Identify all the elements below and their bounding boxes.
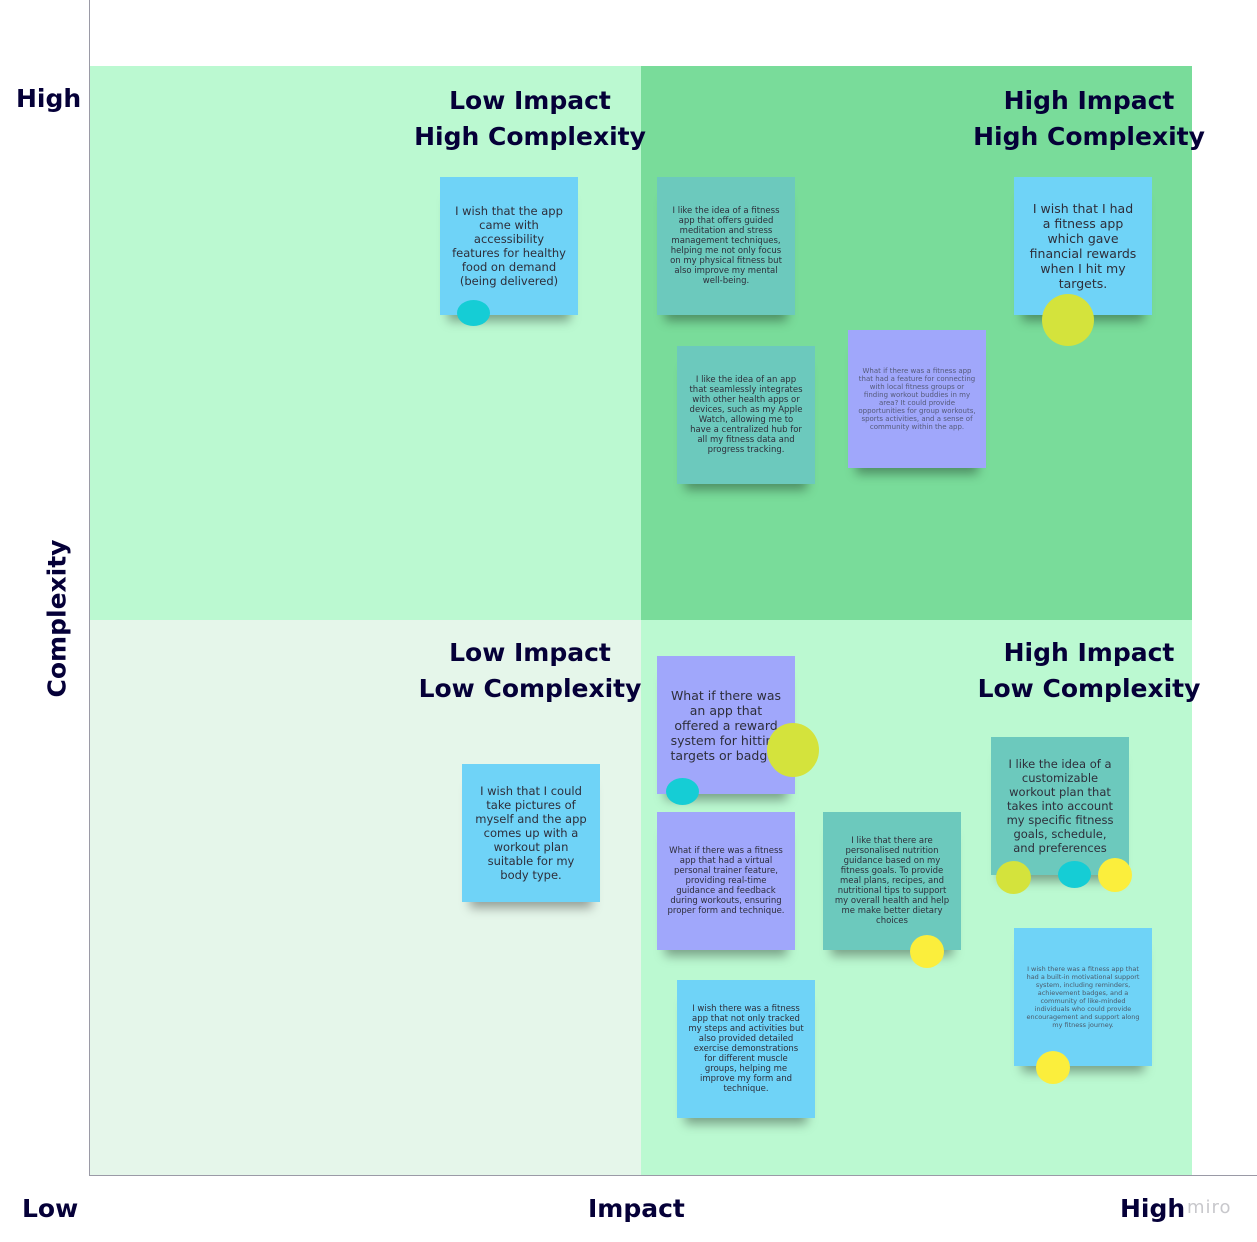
y-axis-title: Complexity xyxy=(42,539,72,698)
vote-dot-cyan[interactable] xyxy=(666,778,699,805)
sticky-note[interactable]: I wish there was a fitness app that not … xyxy=(677,980,815,1118)
quadrant-title-line: High Impact xyxy=(1003,638,1175,667)
sticky-note-text: I like the idea of a fitness app that of… xyxy=(670,206,782,286)
vote-dot-cyan[interactable] xyxy=(1058,861,1091,888)
sticky-note[interactable]: I like that there are personalised nutri… xyxy=(823,812,961,950)
sticky-note[interactable]: What if there was an app that offered a … xyxy=(657,656,795,794)
sticky-note-text: What if there was a fitness app that had… xyxy=(858,367,976,431)
sticky-note-text: I wish that the app came with accessibil… xyxy=(452,204,566,288)
quadrant-title-line: High Complexity xyxy=(414,122,646,151)
quadrant-title: High Impact Low Complexity xyxy=(959,635,1219,707)
sticky-note-text: I wish there was a fitness app that not … xyxy=(688,1004,804,1094)
quadrant-title: Low Impact Low Complexity xyxy=(400,635,660,707)
sticky-note[interactable]: I like the idea of a customizable workou… xyxy=(991,737,1129,875)
sticky-note[interactable]: What if there was a fitness app that had… xyxy=(848,330,986,468)
quadrant-title-line: Low Complexity xyxy=(977,674,1201,703)
quadrant-title: Low Impact High Complexity xyxy=(400,83,660,155)
sticky-note[interactable]: I like the idea of a fitness app that of… xyxy=(657,177,795,315)
quadrant-title-line: Low Impact xyxy=(449,86,611,115)
y-axis-line xyxy=(89,0,90,1176)
sticky-note[interactable]: I wish that the app came with accessibil… xyxy=(440,177,578,315)
sticky-note-text: I wish that I could take pictures of mys… xyxy=(475,784,587,882)
vote-dot-lime[interactable] xyxy=(1042,294,1094,346)
sticky-note-text: I wish that I had a fitness app which ga… xyxy=(1029,201,1137,291)
y-axis-high-label: High xyxy=(16,84,82,113)
sticky-note[interactable]: I wish that I had a fitness app which ga… xyxy=(1014,177,1152,315)
sticky-note-text: I like the idea of an app that seamlessl… xyxy=(689,375,803,455)
quadrant-title: High Impact High Complexity xyxy=(959,83,1219,155)
vote-dot-cyan[interactable] xyxy=(457,300,490,326)
x-axis-title: Impact xyxy=(588,1194,685,1223)
sticky-note[interactable]: I like the idea of an app that seamlessl… xyxy=(677,346,815,484)
sticky-note-text: I like the idea of a customizable workou… xyxy=(1006,757,1114,855)
vote-dot-yellow[interactable] xyxy=(910,935,944,968)
vote-dot-yellow[interactable] xyxy=(1036,1051,1070,1084)
quadrant-title-line: High Complexity xyxy=(973,122,1205,151)
vote-dot-lime[interactable] xyxy=(996,861,1031,894)
quadrant-title-line: Low Impact xyxy=(449,638,611,667)
miro-watermark: miro xyxy=(1187,1197,1232,1218)
x-axis-low-label: Low xyxy=(22,1194,79,1223)
sticky-note[interactable]: What if there was a fitness app that had… xyxy=(657,812,795,950)
sticky-note-text: I like that there are personalised nutri… xyxy=(834,836,950,926)
x-axis-high-label: High xyxy=(1120,1194,1186,1223)
quadrant-title-line: High Impact xyxy=(1003,86,1175,115)
quadrant-title-line: Low Complexity xyxy=(418,674,642,703)
vote-dot-lime[interactable] xyxy=(767,723,819,777)
sticky-note-text: I wish there was a fitness app that had … xyxy=(1026,965,1140,1029)
sticky-note[interactable]: I wish there was a fitness app that had … xyxy=(1014,928,1152,1066)
sticky-note[interactable]: I wish that I could take pictures of mys… xyxy=(462,764,600,902)
vote-dot-yellow[interactable] xyxy=(1098,858,1132,892)
sticky-note-text: What if there was an app that offered a … xyxy=(670,687,782,763)
sticky-note-text: What if there was a fitness app that had… xyxy=(667,846,785,916)
x-axis-line xyxy=(89,1175,1257,1176)
